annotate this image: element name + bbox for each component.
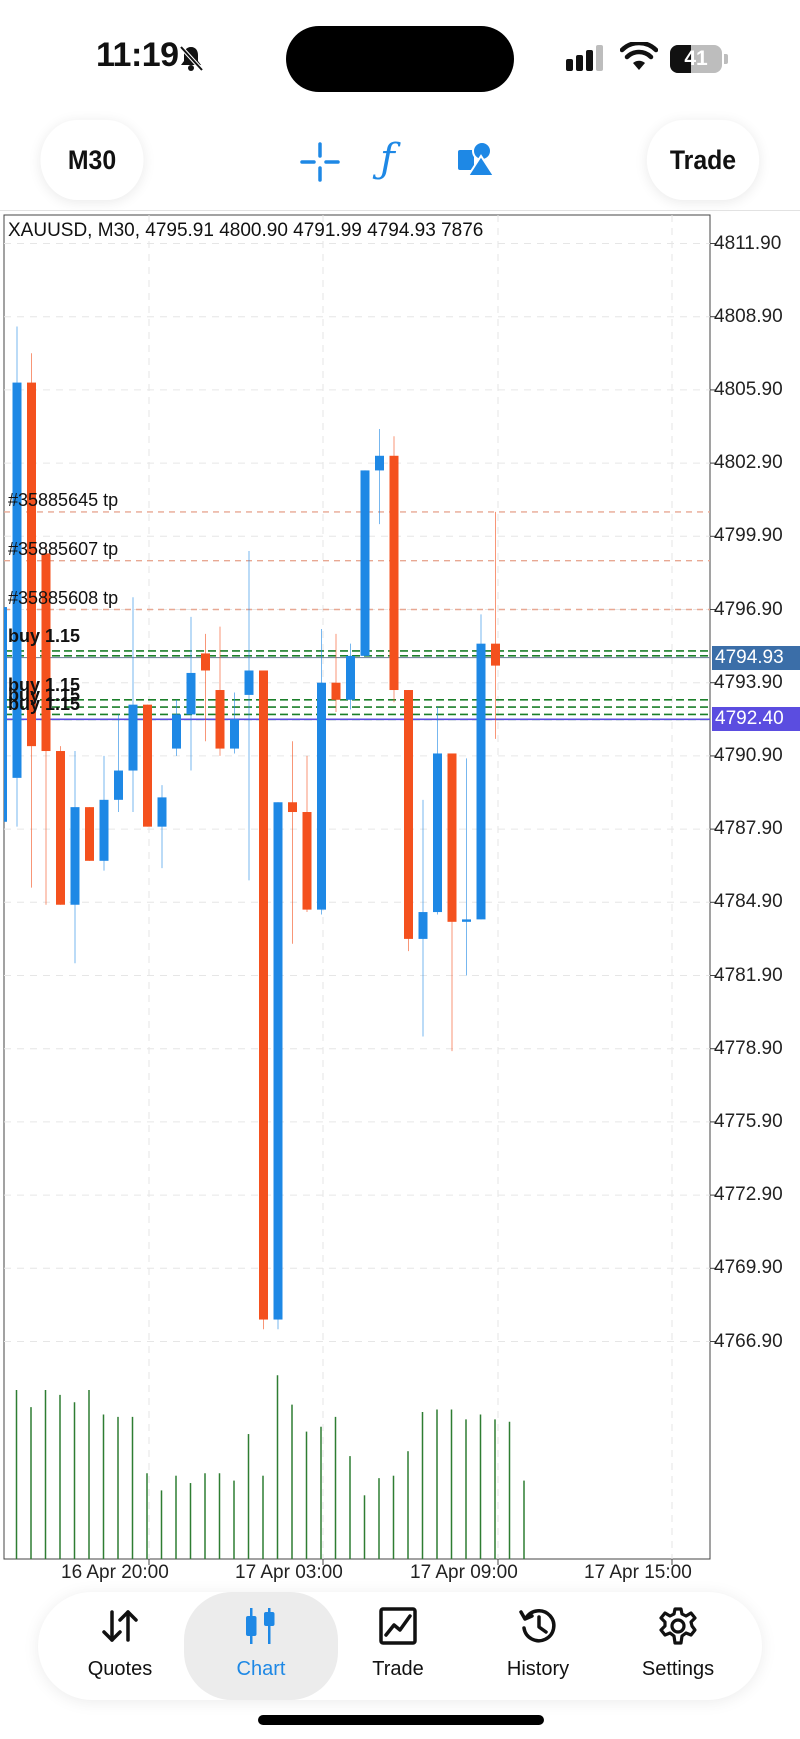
objects-shapes-icon[interactable] [456, 138, 496, 178]
candle-body [215, 690, 225, 749]
candle-body [186, 672, 196, 715]
candle-body [114, 770, 123, 800]
price-axis-label: 4787.90 [714, 818, 783, 840]
price-axis-label: 4778.90 [714, 1037, 783, 1059]
bid-price-tag: 4794.93 [712, 645, 800, 670]
candle-body [302, 812, 312, 910]
bottom-navigation: Quotes Chart Trade History Settings [38, 1592, 762, 1700]
candle-body [128, 704, 138, 771]
chart-canvas[interactable] [0, 212, 800, 1574]
price-axis-label: 4772.90 [714, 1184, 783, 1206]
nav-trade-label: Trade [372, 1658, 424, 1680]
signal-icon [566, 45, 603, 71]
home-indicator [258, 1715, 544, 1725]
price-axis-label: 4781.90 [714, 964, 783, 986]
ask-price-tag: 4792.40 [712, 707, 800, 732]
trade-line-chart-icon [379, 1607, 417, 1645]
candle-body [259, 670, 268, 1320]
time-axis-label: 17 Apr 03:00 [235, 1562, 343, 1583]
candle-body [273, 802, 283, 1320]
nav-chart[interactable]: Chart [184, 1592, 338, 1700]
timeframe-button[interactable]: M30 [40, 120, 144, 200]
price-axis-label: 4775.90 [714, 1110, 783, 1132]
candle-body [447, 753, 457, 922]
candle-body-partial [4, 607, 7, 822]
nav-quotes[interactable]: Quotes [50, 1592, 190, 1700]
settings-gear-icon [659, 1607, 697, 1645]
bell-muted-icon [179, 45, 204, 72]
price-axis-label: 4799.90 [714, 525, 783, 547]
candle-body [346, 655, 355, 700]
price-axis-label: 4796.90 [714, 598, 783, 620]
candle-body [12, 382, 22, 778]
candle-body [244, 670, 254, 695]
nav-settings[interactable]: Settings [608, 1592, 748, 1700]
candle-body [56, 751, 65, 905]
candle-body [331, 682, 341, 700]
time-axis-label: 17 Apr 09:00 [410, 1562, 518, 1583]
time-axis-label: 16 Apr 20:00 [61, 1562, 169, 1583]
battery-indicator: 41 [670, 45, 728, 73]
nav-quotes-label: Quotes [87, 1658, 153, 1680]
chart-symbol-info: XAUUSD, M30, 4795.91 4800.90 4791.99 479… [8, 220, 484, 241]
buy-order-label[interactable]: buy 1.15 [8, 626, 80, 647]
history-clock-icon [519, 1609, 556, 1643]
price-chart[interactable]: XAUUSD, M30, 4795.91 4800.90 4791.99 479… [0, 212, 800, 1583]
quotes-arrows-icon [102, 1610, 138, 1642]
candle-body [201, 653, 210, 671]
price-axis-label: 4793.90 [714, 671, 783, 693]
price-axis-label: 4802.90 [714, 452, 783, 474]
nav-settings-label: Settings [641, 1658, 715, 1680]
price-axis-label: 4808.90 [714, 305, 783, 327]
wifi-icon [620, 42, 658, 70]
candle-body [418, 912, 428, 939]
candle-body [491, 643, 500, 666]
candle-body [375, 455, 384, 471]
candle-body [99, 799, 109, 861]
candle-body [157, 797, 167, 827]
take-profit-label[interactable]: #35885645 tp [8, 490, 118, 511]
nav-history-label: History [506, 1658, 570, 1680]
take-profit-label[interactable]: #35885607 tp [8, 539, 118, 560]
candle-body [230, 719, 239, 749]
candle-body [288, 802, 297, 813]
candle-body [85, 807, 94, 861]
crosshair-icon[interactable] [300, 142, 340, 182]
candle-body [172, 714, 181, 749]
price-axis-label: 4811.90 [714, 232, 782, 254]
take-profit-label[interactable]: #35885608 tp [8, 588, 118, 609]
buy-order-label[interactable]: buy 1.15 [8, 694, 80, 715]
toolbar-divider [0, 210, 800, 211]
nav-trade[interactable]: Trade [328, 1592, 468, 1700]
price-axis-label: 4784.90 [714, 891, 783, 913]
battery-text: 41 [684, 47, 708, 70]
nav-chart-label: Chart [236, 1658, 286, 1680]
status-bar: 11:19 41 [0, 0, 800, 110]
candle-body [317, 682, 326, 910]
candle-body [143, 704, 152, 827]
candle-body [433, 753, 442, 913]
price-axis-label: 4805.90 [714, 378, 783, 400]
candle-body [404, 690, 413, 939]
trade-toolbar-button[interactable]: Trade [646, 120, 760, 200]
chart-frame [3, 214, 711, 1560]
dynamic-island [286, 26, 514, 92]
nav-history[interactable]: History [468, 1592, 608, 1700]
status-time: 11:19 [96, 36, 179, 74]
candle-body [462, 919, 471, 922]
candle-body [41, 553, 51, 752]
chart-toolbar: M30 ƒ Trade [0, 110, 800, 210]
candle-body [70, 807, 80, 905]
candle-body [389, 455, 399, 691]
candle-body [476, 643, 486, 920]
time-axis-label: 17 Apr 15:00 [584, 1562, 692, 1583]
price-axis-label: 4766.90 [714, 1330, 783, 1352]
candle-body [360, 470, 370, 656]
price-axis-label: 4769.90 [714, 1257, 783, 1279]
price-axis-label: 4790.90 [714, 744, 783, 766]
indicators-function-icon[interactable]: ƒ [380, 136, 395, 182]
candlestick-chart-icon [246, 1608, 275, 1644]
